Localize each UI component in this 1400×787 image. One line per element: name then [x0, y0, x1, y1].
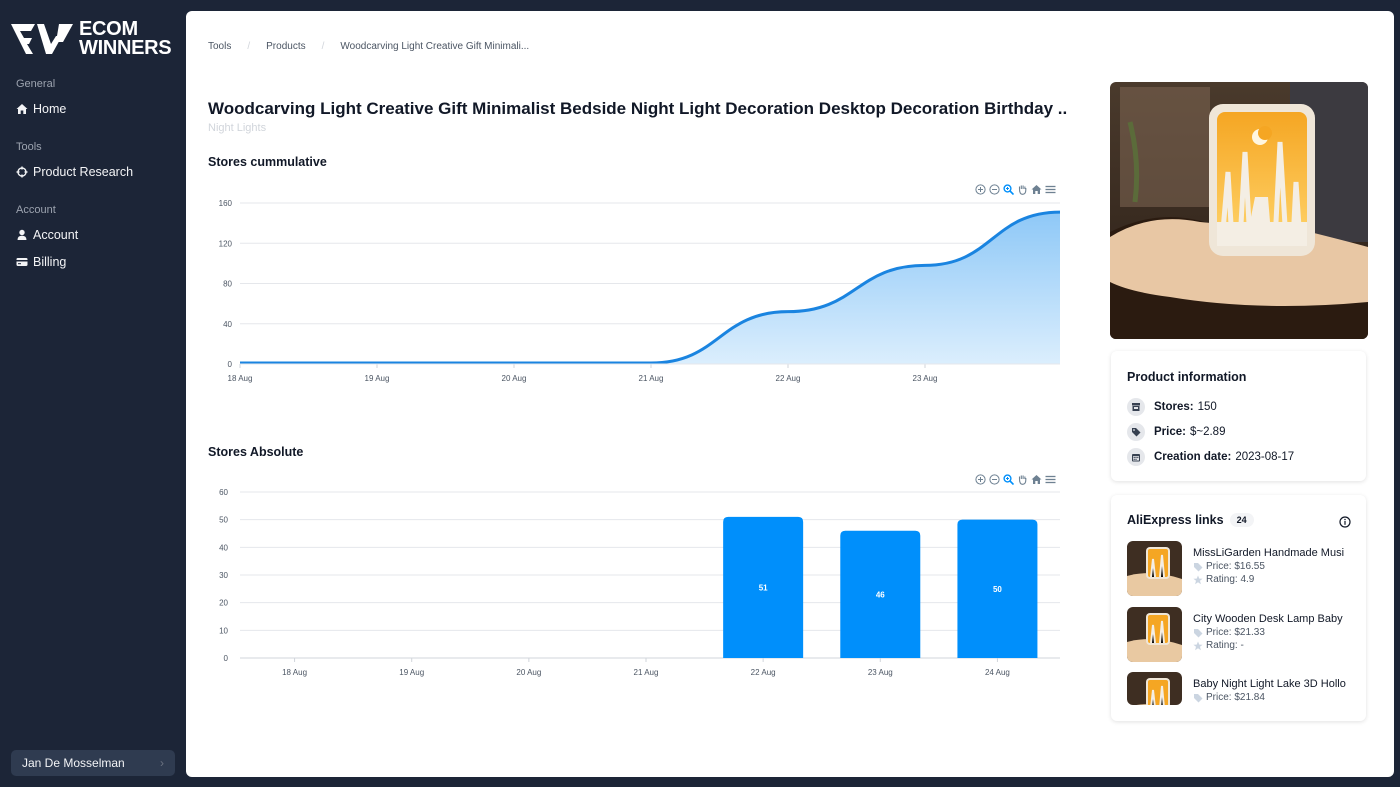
info-icon[interactable]: [1339, 515, 1351, 528]
product-image[interactable]: [1110, 82, 1368, 339]
info-row-creation-date: Creation date: 2023-08-17: [1127, 444, 1294, 469]
y-tick-label: 0: [224, 654, 229, 663]
aliexpress-link-item[interactable]: MissLiGarden Handmade Musi Price: $16.55…: [1127, 541, 1351, 596]
x-tick-label: 23 Aug: [868, 668, 893, 677]
nav-section-general: General: [16, 78, 56, 90]
y-tick-label: 40: [219, 543, 228, 552]
nav-section-tools: Tools: [16, 141, 42, 153]
sidebar-item-home[interactable]: Home: [16, 102, 66, 116]
aliexpress-item-thumbnail: [1127, 607, 1182, 662]
info-row-stores: Stores: 150: [1127, 394, 1294, 419]
info-label: Creation date:: [1154, 450, 1232, 463]
x-tick-label: 22 Aug: [751, 668, 776, 677]
sidebar-item-label: Home: [33, 102, 67, 116]
y-tick-label: 50: [219, 516, 228, 525]
user-menu-button[interactable]: Jan De Mosselman ›: [11, 750, 175, 776]
aliexpress-links-title: AliExpress links: [1127, 513, 1224, 527]
sidebar-item-label: Billing: [33, 255, 67, 269]
aliexpress-item-price: Price: $21.84: [1193, 692, 1351, 703]
sidebar-item-label: Product Research: [33, 165, 134, 179]
star-icon: [1193, 641, 1203, 651]
y-tick-label: 30: [219, 571, 228, 580]
x-tick-label: 19 Aug: [399, 668, 424, 677]
aliexpress-item-price: Price: $21.33: [1193, 627, 1351, 638]
crosshair-icon: [16, 166, 28, 178]
y-tick-label: 10: [219, 626, 228, 635]
aliexpress-link-item[interactable]: City Wooden Desk Lamp Baby Price: $21.33…: [1127, 607, 1351, 662]
sidebar-item-account[interactable]: Account: [16, 228, 78, 242]
x-tick-label: 20 Aug: [516, 668, 541, 677]
chevron-right-icon: ›: [160, 756, 164, 770]
aliexpress-item-name[interactable]: MissLiGarden Handmade Musi: [1193, 547, 1351, 559]
bar-data-label: 51: [759, 583, 768, 592]
info-label: Price:: [1154, 425, 1186, 438]
aliexpress-item-rating: Rating: -: [1193, 640, 1351, 651]
aliexpress-links-count-badge: 24: [1229, 513, 1254, 527]
info-value-price: $~2.89: [1189, 425, 1226, 438]
aliexpress-link-item[interactable]: Baby Night Light Lake 3D Hollo Price: $2…: [1127, 672, 1351, 705]
aliexpress-item-thumbnail: [1127, 541, 1182, 596]
product-information-title: Product information: [1127, 370, 1247, 384]
aliexpress-item-thumbnail: [1127, 672, 1182, 705]
calendar-icon: [1127, 447, 1145, 466]
sidebar-item-billing[interactable]: Billing: [16, 255, 66, 269]
bar-data-label: 50: [993, 585, 1002, 594]
nav-section-account: Account: [16, 204, 56, 216]
aliexpress-item-rating: Rating: 4.9: [1193, 574, 1351, 585]
home-icon: [16, 103, 28, 115]
aliexpress-item-name[interactable]: Baby Night Light Lake 3D Hollo: [1193, 678, 1351, 690]
info-label: Stores:: [1154, 400, 1194, 413]
info-value-stores: 150: [1197, 400, 1217, 413]
aliexpress-item-name[interactable]: City Wooden Desk Lamp Baby: [1193, 613, 1351, 625]
price-tag-icon: [1127, 422, 1145, 441]
sidebar-item-label: Account: [33, 228, 79, 242]
price-tag-icon: [1193, 693, 1203, 703]
x-tick-label: 18 Aug: [282, 668, 307, 677]
price-tag-icon: [1193, 628, 1203, 638]
user-icon: [16, 229, 28, 241]
product-information-card: Product information Stores: 150 Price: $…: [1111, 351, 1366, 481]
sidebar-item-product-research[interactable]: Product Research: [16, 165, 133, 179]
sidebar: ECOM WINNERS General Home Tools Product …: [0, 0, 186, 787]
bar-data-label: 46: [876, 590, 885, 599]
user-name: Jan De Mosselman: [22, 756, 125, 770]
price-tag-icon: [1193, 562, 1203, 572]
info-row-price: Price: $~2.89: [1127, 419, 1294, 444]
info-value-creation-date: 2023-08-17: [1235, 450, 1295, 463]
aliexpress-links-card: AliExpress links 24 MissLiGarden Handmad…: [1111, 495, 1366, 721]
y-tick-label: 60: [219, 488, 228, 497]
y-tick-label: 20: [219, 599, 228, 608]
main-panel: Tools / Products / Woodcarving Light Cre…: [186, 11, 1394, 777]
logo-mark-icon: [11, 24, 73, 54]
absolute-stores-chart[interactable]: 0 10 20 30 40 50 60 18 Aug 19 Aug 20 Aug 21 Aug 22 …: [186, 11, 1086, 711]
store-icon: [1127, 397, 1145, 416]
credit-card-icon: [16, 256, 28, 268]
brand-line-2: WINNERS: [79, 37, 172, 59]
x-tick-label: 21 Aug: [634, 668, 659, 677]
aliexpress-item-price: Price: $16.55: [1193, 561, 1351, 572]
brand-logo[interactable]: ECOM WINNERS: [11, 19, 172, 59]
star-icon: [1193, 575, 1203, 585]
x-tick-label: 24 Aug: [985, 668, 1010, 677]
